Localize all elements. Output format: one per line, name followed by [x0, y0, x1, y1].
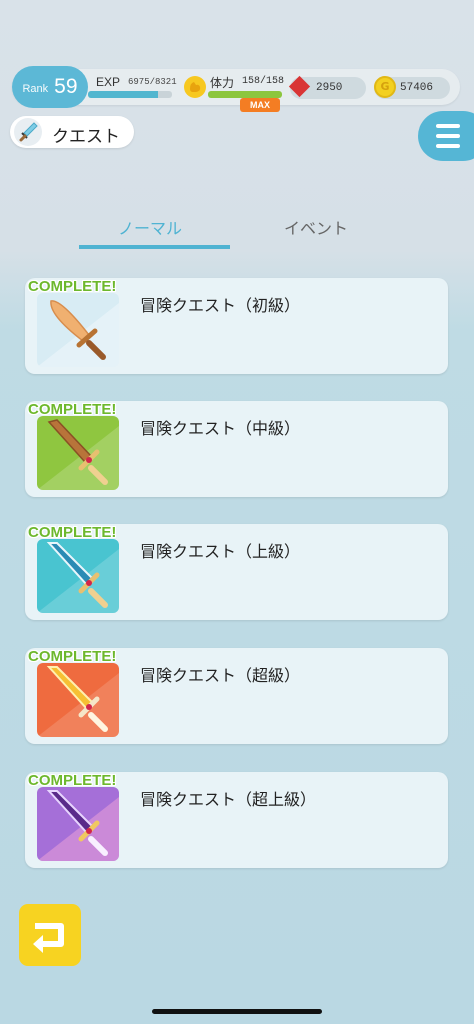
quest-title: 冒険クエスト（超上級）: [140, 790, 317, 809]
menu-line: [436, 144, 460, 148]
quest-card-beginner[interactable]: COMPLETE! 冒険クエスト（初級）: [25, 278, 448, 374]
return-arrow-icon: [33, 923, 64, 953]
rank-value: 59: [54, 75, 78, 98]
rank-badge: Rank 59: [12, 66, 88, 108]
stamina-progress-fill: [208, 91, 282, 98]
wooden-sword-icon: [37, 293, 119, 367]
rank-label: Rank: [22, 83, 49, 95]
menu-line: [436, 124, 460, 128]
complete-badge: COMPLETE!: [28, 278, 117, 295]
max-badge: MAX: [240, 98, 280, 112]
complete-badge: COMPLETE!: [28, 772, 117, 789]
active-tab-indicator: [79, 245, 230, 249]
gem-value: 2950: [316, 82, 343, 94]
complete-badge: COMPLETE!: [28, 648, 117, 665]
quest-card-master[interactable]: COMPLETE! 冒険クエスト（超上級）: [25, 772, 448, 868]
back-button[interactable]: [19, 904, 81, 966]
stamina-label: 体力: [210, 76, 235, 90]
exp-label: EXP: [96, 75, 121, 89]
stamina-value: 158/158: [242, 76, 285, 87]
quest-header-chip: クエスト: [10, 116, 134, 148]
exp-value: 6975/8321: [128, 77, 177, 87]
quest-card-expert[interactable]: COMPLETE! 冒険クエスト（超級）: [25, 648, 448, 744]
quest-title: 冒険クエスト（初級）: [140, 296, 301, 315]
quest-title: 冒険クエスト（中級）: [140, 419, 301, 438]
quest-card-intermediate[interactable]: COMPLETE! 冒険クエスト（中級）: [25, 401, 448, 497]
golden-sword-icon: [37, 663, 119, 737]
steel-sword-icon: [37, 539, 119, 613]
violet-sword-icon: [37, 787, 119, 861]
complete-badge: COMPLETE!: [28, 524, 117, 541]
quest-card-advanced[interactable]: COMPLETE! 冒険クエスト（上級）: [25, 524, 448, 620]
stamina-progress-bar: [208, 91, 282, 98]
sword-icon: [14, 118, 42, 146]
menu-line: [436, 134, 460, 138]
tab-normal[interactable]: ノーマル: [118, 215, 182, 239]
exp-progress-bar: [88, 91, 172, 98]
home-indicator: [152, 1009, 322, 1014]
tab-event[interactable]: イベント: [284, 215, 348, 239]
stamina-icon: [184, 76, 206, 98]
coin-value: 57406: [400, 82, 434, 94]
coin-icon: G: [374, 76, 396, 98]
hamburger-menu-icon[interactable]: [418, 111, 474, 161]
complete-badge: COMPLETE!: [28, 401, 117, 418]
quest-chip-label: クエスト: [52, 127, 120, 147]
bronze-sword-icon: [37, 416, 119, 490]
quest-title: 冒険クエスト（超級）: [140, 666, 301, 685]
exp-progress-fill: [88, 91, 159, 98]
quest-title: 冒険クエスト（上級）: [140, 542, 301, 561]
